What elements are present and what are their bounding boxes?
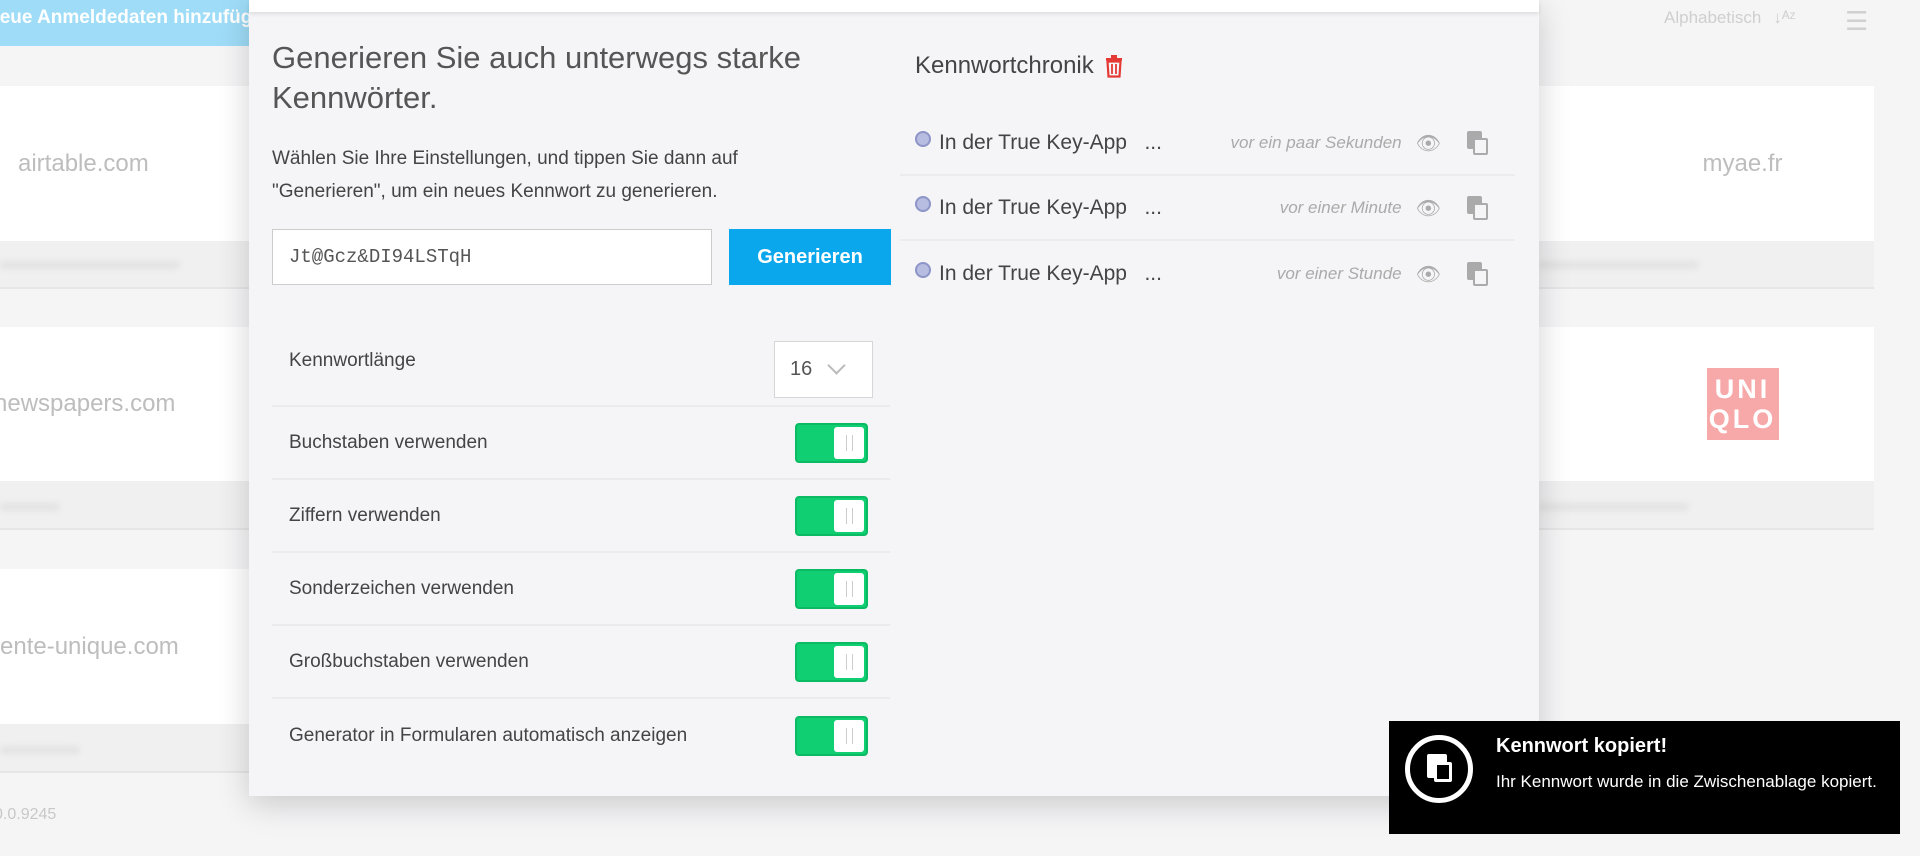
eye-icon[interactable]: 👁	[1416, 262, 1441, 287]
history-item-ellipsis: ...	[1144, 196, 1162, 219]
sort-az-icon: ↓ᴬᶻ	[1773, 8, 1796, 27]
generator-title: Generieren Sie auch unterwegs starke Ken…	[272, 40, 802, 115]
history-item-time: vor einer Minute	[1279, 198, 1402, 217]
globe-icon	[915, 262, 931, 278]
credential-card[interactable]: vente-unique.com	[0, 569, 249, 724]
list-view-icon[interactable]: ☰	[1845, 6, 1868, 37]
option-row: Generator in Formularen automatisch anze…	[272, 699, 890, 772]
option-label: Generator in Formularen automatisch anze…	[289, 724, 688, 746]
generated-password-field[interactable]	[272, 229, 712, 285]
card-footer	[1539, 241, 1874, 289]
globe-icon	[915, 196, 931, 212]
copy-icon	[1405, 735, 1473, 803]
option-label: Sonderzeichen verwenden	[289, 577, 514, 599]
toast-title: Kennwort kopiert!	[1496, 735, 1668, 757]
history-item-name: In der True Key-App	[939, 131, 1127, 154]
generate-button[interactable]: Generieren	[729, 229, 891, 285]
password-length-select[interactable]: 16	[774, 341, 873, 398]
toast-message: Ihr Kennwort wurde in die Zwischenablage…	[1496, 772, 1877, 791]
password-length-label: Kennwortlänge	[289, 349, 416, 371]
history-header: Kennwortchronik	[915, 52, 1124, 80]
letters-toggle[interactable]	[795, 422, 868, 463]
option-label: Ziffern verwenden	[289, 504, 441, 526]
sort-label: Alphabetisch	[1664, 8, 1762, 27]
sort-dropdown[interactable]: Alphabetisch ↓ᴬᶻ	[1664, 8, 1796, 28]
add-credentials-button[interactable]: Neue Anmeldedaten hinzufügen	[0, 0, 249, 46]
copy-icon[interactable]	[1467, 131, 1489, 155]
credential-card[interactable]: UNI QLO	[1539, 327, 1874, 481]
credential-card[interactable]: airtable.com	[0, 86, 249, 241]
copy-icon[interactable]	[1467, 196, 1489, 220]
eye-icon[interactable]: 👁	[1416, 196, 1441, 221]
card-label: vente-unique.com	[0, 632, 179, 660]
history-item-ellipsis: ...	[1144, 262, 1162, 285]
history-item: In der True Key-App ... vor einer Stunde…	[900, 242, 1515, 306]
history-item-name: In der True Key-App	[939, 262, 1127, 285]
version-label: 0.0.9245	[0, 806, 57, 823]
card-footer	[0, 481, 249, 530]
card-footer	[0, 241, 249, 289]
credential-card[interactable]: myae.fr	[1539, 86, 1874, 241]
dialog-header	[249, 0, 1539, 12]
credential-card[interactable]: newspapers.com	[0, 327, 249, 481]
history-item: In der True Key-App ... vor ein paar Sek…	[900, 112, 1515, 176]
generator-description: Wählen Sie Ihre Einstellungen, und tippe…	[272, 148, 738, 202]
copied-toast: Kennwort kopiert! Ihr Kennwort wurde in …	[1389, 721, 1900, 834]
auto-show-generator-toggle[interactable]	[795, 715, 868, 756]
special-chars-toggle[interactable]	[795, 568, 868, 609]
option-label: Buchstaben verwenden	[289, 431, 488, 453]
option-row: Sonderzeichen verwenden	[272, 553, 890, 626]
option-row: Buchstaben verwenden	[272, 407, 890, 480]
card-label: newspapers.com	[0, 390, 176, 417]
uniqlo-logo: UNI QLO	[1706, 368, 1779, 440]
history-item-time: vor einer Stunde	[1276, 264, 1402, 283]
trash-icon[interactable]	[1104, 54, 1124, 78]
option-row: Ziffern verwenden	[272, 480, 890, 553]
password-generator-dialog: Generieren Sie auch unterwegs starke Ken…	[249, 0, 1539, 796]
option-label: Großbuchstaben verwenden	[289, 650, 529, 672]
banner-label: Neue Anmeldedaten hinzufügen	[0, 7, 249, 28]
password-length-row: Kennwortlänge 16	[272, 334, 890, 407]
digits-toggle[interactable]	[795, 495, 868, 536]
globe-icon	[915, 131, 931, 147]
history-item-ellipsis: ...	[1144, 131, 1162, 154]
card-label: airtable.com	[18, 149, 149, 177]
uppercase-toggle[interactable]	[795, 641, 868, 682]
history-item-time: vor ein paar Sekunden	[1230, 133, 1402, 152]
card-label: myae.fr	[1702, 149, 1783, 177]
password-length-value: 16	[790, 358, 813, 380]
copy-icon[interactable]	[1467, 262, 1489, 286]
history-title: Kennwortchronik	[915, 52, 1094, 79]
chevron-down-icon	[827, 356, 846, 375]
history-item: In der True Key-App ... vor einer Minute…	[900, 177, 1515, 241]
card-footer	[0, 724, 249, 773]
card-footer	[1539, 481, 1874, 530]
history-item-name: In der True Key-App	[939, 196, 1127, 219]
eye-icon[interactable]: 👁	[1416, 131, 1441, 156]
option-row: Großbuchstaben verwenden	[272, 626, 890, 699]
